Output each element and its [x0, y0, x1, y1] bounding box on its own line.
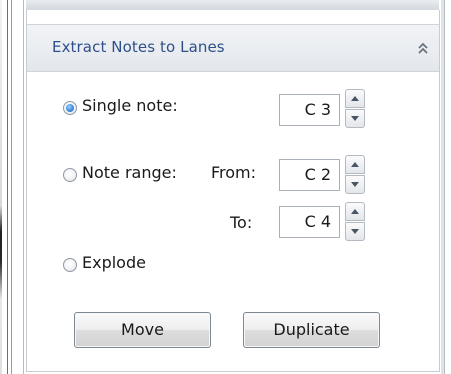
from-note-up-button[interactable]	[345, 155, 365, 174]
extract-notes-panel: Extract Notes to Lanes Single note: C 3 …	[26, 10, 440, 372]
arrow-up-icon	[351, 209, 359, 214]
to-note-up-button[interactable]	[345, 202, 365, 221]
arrow-down-icon	[351, 182, 359, 187]
to-note-down-button[interactable]	[345, 222, 365, 241]
single-note-up-button[interactable]	[345, 89, 365, 108]
explode-label: Explode	[82, 253, 146, 272]
from-note-spinner	[345, 155, 365, 195]
double-chevron-up-icon[interactable]	[416, 40, 430, 56]
single-note-field[interactable]: C 3	[279, 94, 340, 126]
window-frame-line	[23, 0, 24, 374]
arrow-down-icon	[351, 116, 359, 121]
single-note-radio[interactable]	[63, 101, 77, 115]
to-note-spinner	[345, 202, 365, 242]
scroll-edge-line	[444, 0, 445, 374]
arrow-up-icon	[351, 96, 359, 101]
single-note-label: Single note:	[82, 96, 178, 115]
window-frame-line	[7, 0, 8, 374]
single-note-down-button[interactable]	[345, 109, 365, 128]
from-note-field[interactable]: C 2	[279, 159, 340, 191]
to-label: To:	[230, 213, 253, 232]
note-range-radio[interactable]	[63, 168, 77, 182]
move-button[interactable]: Move	[74, 312, 211, 348]
arrow-down-icon	[351, 229, 359, 234]
to-note-field[interactable]: C 4	[279, 206, 340, 238]
explode-radio[interactable]	[63, 258, 77, 272]
note-range-label: Note range:	[82, 163, 177, 182]
window-frame-line	[11, 0, 12, 374]
panel-title: Extract Notes to Lanes	[52, 38, 225, 56]
panel-header[interactable]: Extract Notes to Lanes	[27, 24, 439, 72]
single-note-spinner	[345, 89, 365, 129]
from-note-down-button[interactable]	[345, 175, 365, 194]
arrow-up-icon	[351, 162, 359, 167]
from-label: From:	[211, 163, 257, 182]
duplicate-button[interactable]: Duplicate	[243, 312, 380, 348]
window-frame-left	[0, 0, 2, 374]
